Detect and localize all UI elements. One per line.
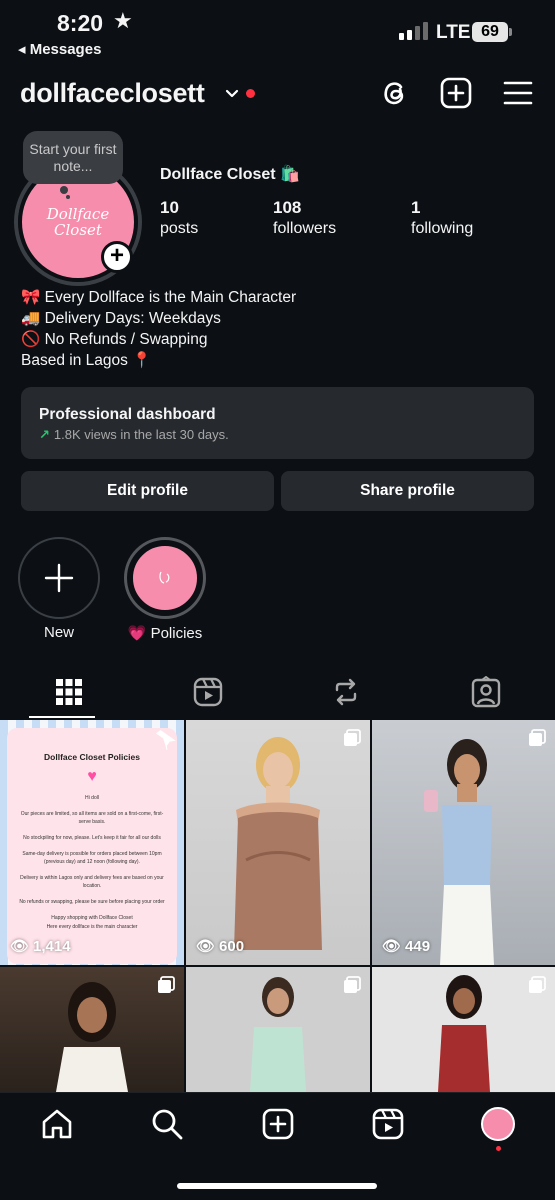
bio-line: 🚫 No Refunds / Swapping (21, 331, 208, 348)
highlight-new-circle (18, 537, 100, 619)
dashboard-title: Professional dashboard (39, 406, 216, 423)
view-count: 👁 449 (382, 937, 431, 956)
view-count: 👁 600 (196, 937, 245, 956)
policy-line: Same-day delivery is possible for orders… (22, 851, 162, 865)
stat-posts[interactable]: 10 posts (160, 198, 198, 238)
script-logo-icon (159, 571, 170, 584)
grid-post[interactable] (186, 967, 370, 1092)
stat-label: posts (160, 220, 199, 237)
stat-label: followers (273, 220, 337, 237)
highlight-label: New (43, 624, 74, 641)
policy-line: Delivery is within Lagos only and delive… (20, 875, 164, 889)
bio-line: Based in Lagos 📍 (21, 352, 152, 369)
grid-tab-icon[interactable] (53, 676, 85, 708)
stat-number: 108 (273, 198, 302, 217)
profile-notification-dot (496, 1146, 501, 1151)
dashboard-views: 1.8K views in the last 30 days. (53, 427, 229, 442)
stat-following[interactable]: 1 following (411, 198, 473, 238)
photo-model (234, 737, 322, 950)
create-post-icon[interactable] (261, 1107, 295, 1141)
grid-post[interactable]: 👁 600 (186, 720, 370, 965)
add-story-button[interactable]: + (101, 241, 133, 273)
grid-post[interactable] (372, 967, 555, 1092)
signal-icon (399, 22, 429, 40)
bio-line: 🎀 Every Dollface is the Main Character (21, 289, 297, 306)
tagged-tab-icon[interactable] (470, 676, 502, 708)
active-tab-indicator (29, 716, 95, 718)
highlight-new[interactable]: New (18, 537, 100, 641)
policy-line: Our pieces are limited, so all items are… (20, 811, 164, 825)
stat-number: 1 (411, 198, 421, 217)
edit-profile-button[interactable]: Edit profile (21, 471, 274, 511)
stat-followers[interactable]: 108 followers (273, 198, 336, 238)
status-bar: 8:20 ★ ◂ Messages LTE 69 (0, 0, 555, 62)
view-count: 👁 1,414 (10, 937, 71, 956)
display-name: Dollface Closet 🛍️ (160, 166, 300, 183)
grid-post[interactable]: 👁 449 (372, 720, 555, 965)
menu-icon[interactable] (501, 76, 535, 110)
profile-bio: 🎀 Every Dollface is the Main Character 🚚… (21, 287, 296, 371)
share-profile-button[interactable]: Share profile (281, 471, 534, 511)
policy-greeting: Hi doll (85, 795, 99, 801)
policy-line: No refunds or swapping, please be sure b… (19, 899, 165, 905)
eye-icon: 👁 (10, 938, 30, 955)
view-count-value: 1,414 (33, 937, 71, 955)
note-tail (60, 186, 68, 194)
carousel-icon (529, 976, 546, 993)
highlight-policies-cover (130, 543, 200, 613)
eye-icon: 👁 (196, 938, 216, 955)
plus-icon (44, 563, 74, 593)
photo-model (424, 739, 494, 965)
home-indicator (177, 1183, 377, 1189)
note-bubble[interactable]: Start your first note... (23, 131, 123, 184)
dashboard-subtitle: ↗ 1.8K views in the last 30 days. (39, 427, 516, 443)
reels-tab-icon[interactable] (192, 676, 224, 708)
policy-title: Dollface Closet Policies (44, 752, 140, 762)
carousel-icon (158, 976, 175, 993)
professional-dashboard[interactable]: Professional dashboard ↗ 1.8K views in th… (21, 387, 534, 459)
home-icon[interactable] (40, 1107, 74, 1141)
grid-post[interactable] (0, 967, 184, 1092)
reels-icon[interactable] (371, 1107, 405, 1141)
carousel-icon (344, 729, 361, 746)
trend-up-icon: ↗ (39, 427, 50, 442)
network-type: LTE (436, 22, 471, 43)
carousel-icon (344, 976, 361, 993)
grid-post-policies[interactable]: Dollface Closet Policies ♥ Hi doll Our p… (0, 720, 184, 965)
policy-line: Happy shopping with Dollface Closet (51, 915, 133, 921)
search-icon[interactable] (150, 1107, 184, 1141)
policy-line: Here every dollface is the main characte… (46, 924, 138, 930)
highlight-label: 💗 Policies (127, 625, 203, 642)
chevron-down-icon[interactable] (224, 86, 240, 102)
stat-label: following (411, 220, 474, 237)
heart-icon: ♥ (87, 768, 97, 785)
battery-icon: 69 (472, 22, 508, 42)
profile-username[interactable]: dollfaceclosett (20, 78, 205, 109)
star-icon: ★ (113, 8, 133, 33)
highlight-policies[interactable]: 💗 Policies (124, 537, 206, 642)
highlight-policies-circle (124, 537, 206, 619)
notification-dot (246, 89, 255, 98)
view-count-value: 449 (405, 937, 431, 955)
policy-card: Dollface Closet Policies ♥ Hi doll Our p… (7, 728, 177, 964)
eye-icon: 👁 (382, 938, 402, 955)
policy-line: No stockpiling for now, please. Let's ke… (23, 835, 161, 841)
stat-number: 10 (160, 198, 179, 217)
carousel-icon (529, 729, 546, 746)
status-time: 8:20 (57, 10, 104, 36)
pin-icon (156, 730, 176, 750)
threads-icon[interactable] (377, 76, 411, 110)
avatar-logo: Dollface Closet (46, 205, 110, 239)
view-count-value: 600 (219, 937, 245, 955)
battery-nub (509, 28, 512, 36)
note-tail-small (66, 195, 70, 199)
back-to-messages[interactable]: ◂ Messages (18, 40, 101, 58)
reposts-tab-icon[interactable] (330, 676, 362, 708)
profile-tab-avatar[interactable] (481, 1107, 515, 1141)
create-icon[interactable] (439, 76, 473, 110)
bio-line: 🚚 Delivery Days: Weekdays (21, 310, 221, 327)
